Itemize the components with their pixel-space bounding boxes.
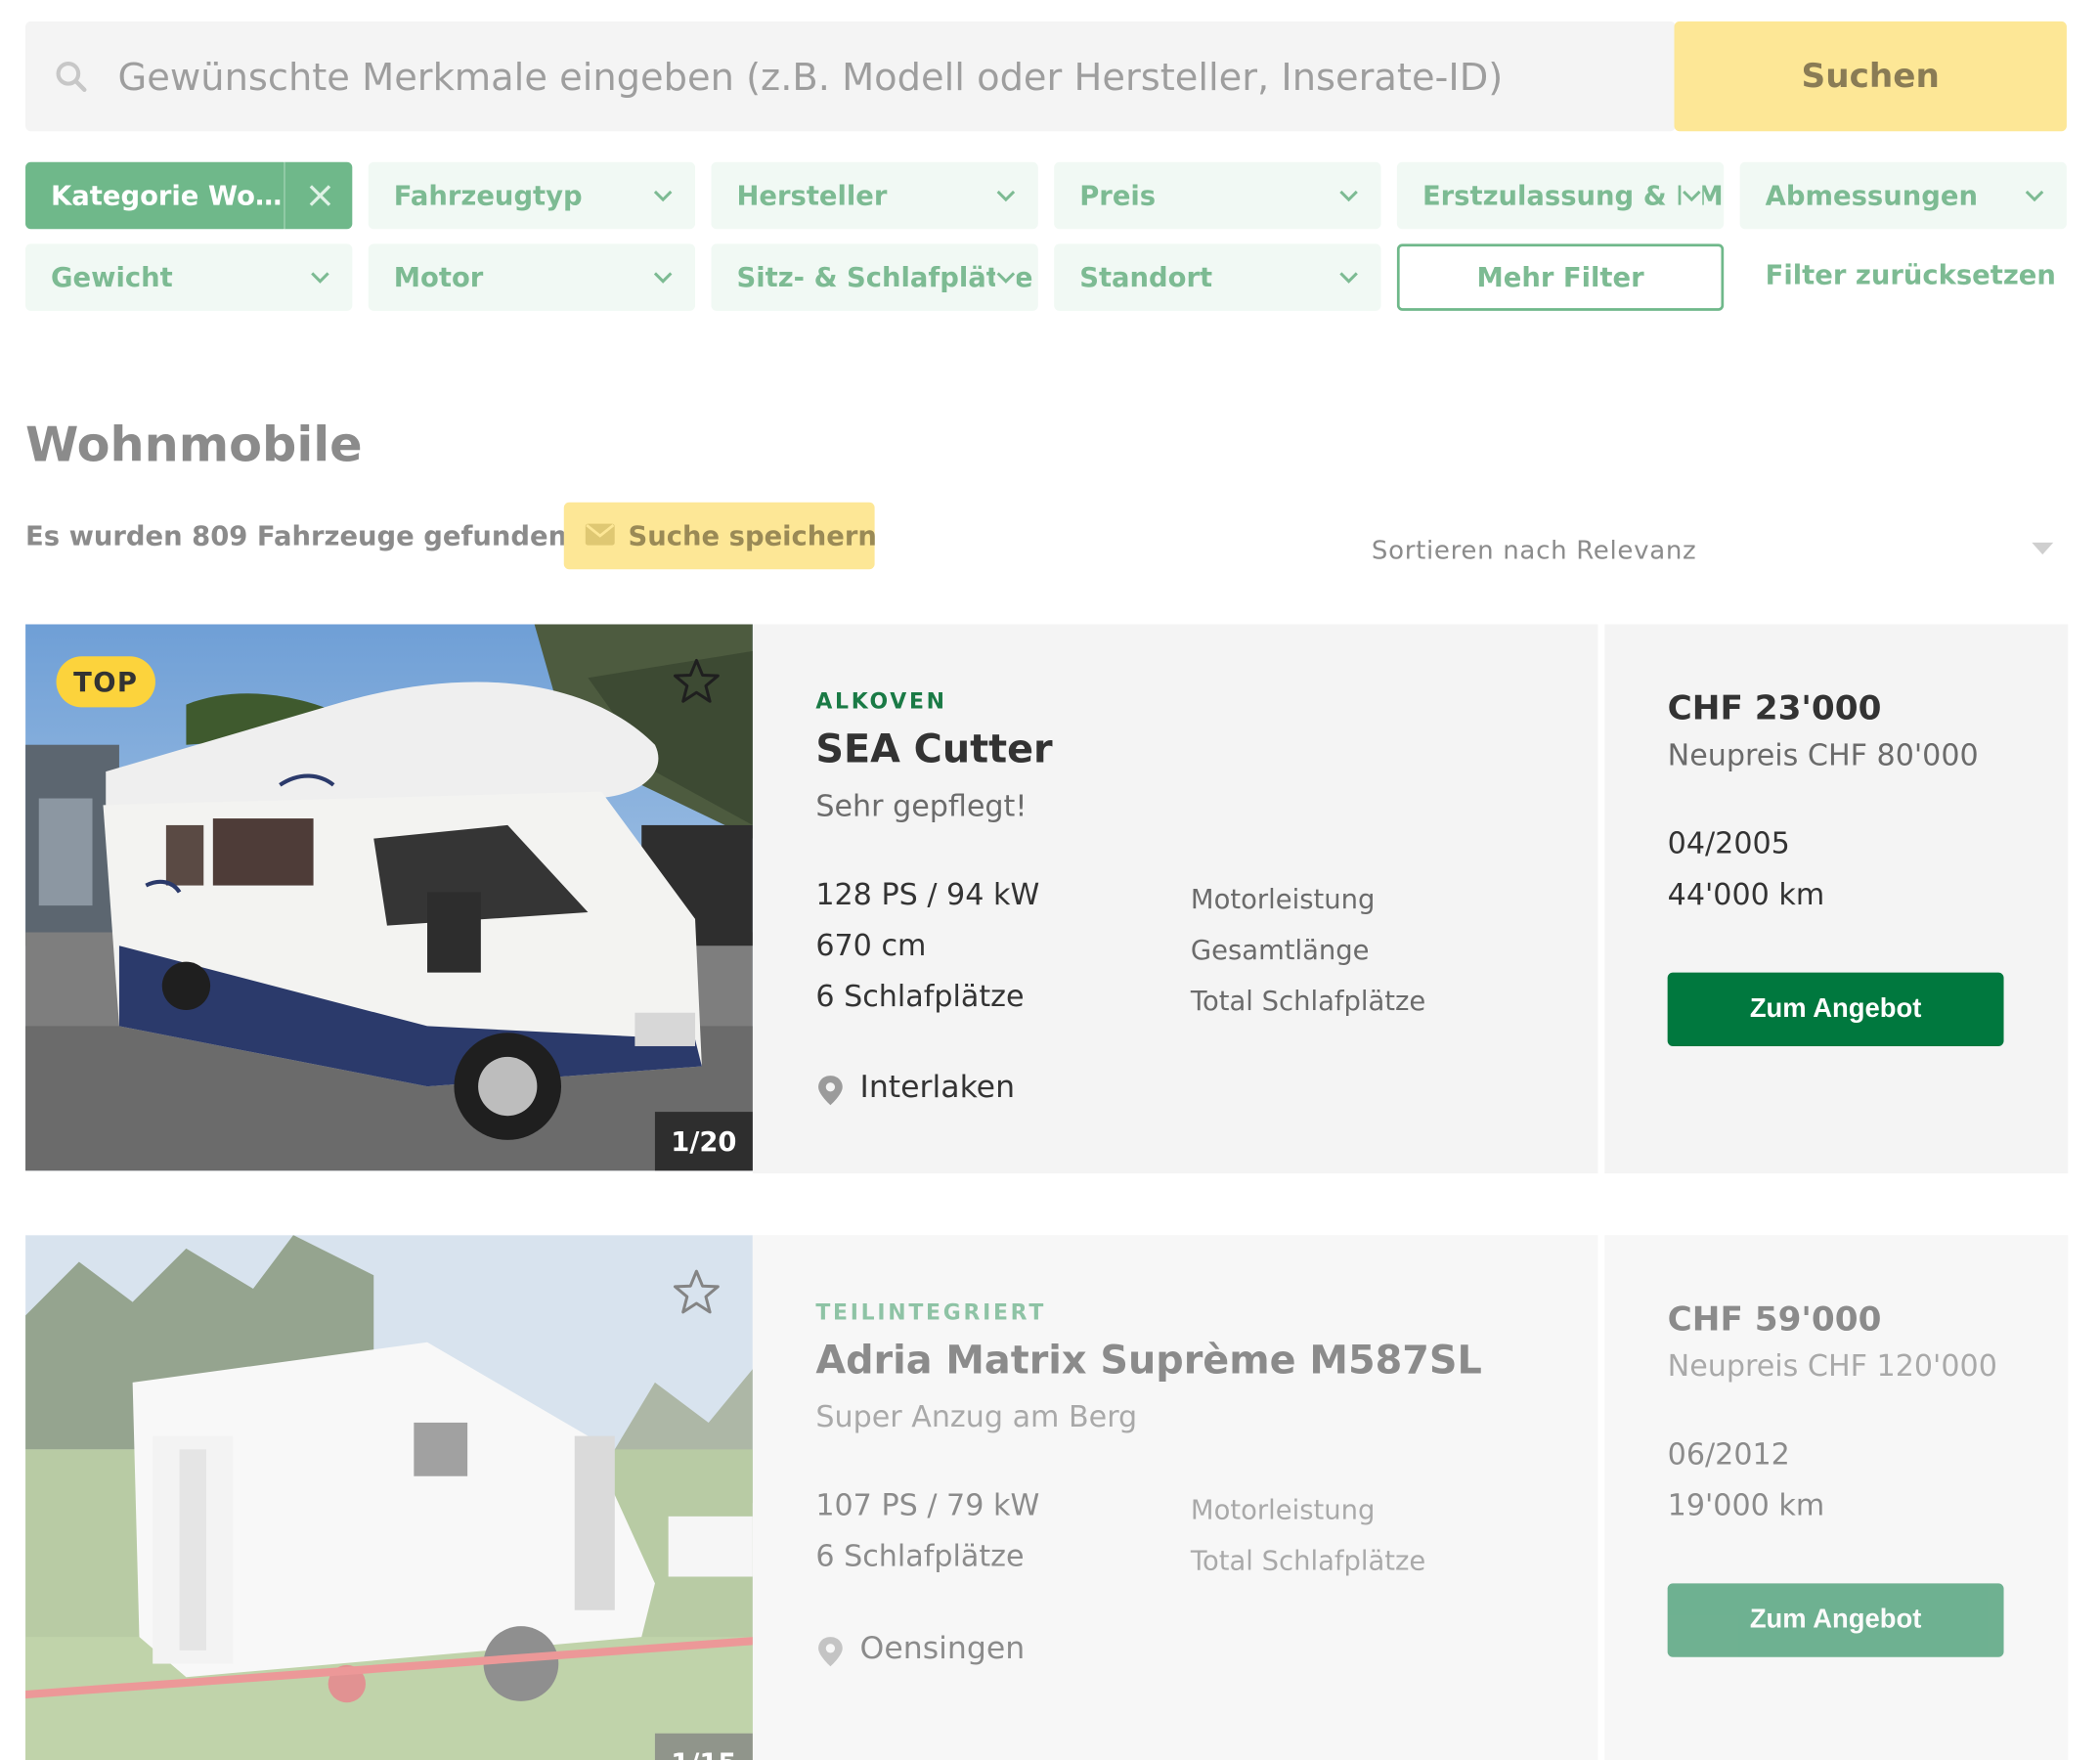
save-search-label: Suche speichern [628, 519, 877, 552]
close-icon [309, 185, 331, 206]
location-pin-icon [818, 1076, 843, 1106]
chevron-down-icon [311, 272, 329, 284]
listing-card[interactable]: TOP 1/20 ALKOVEN SEA Cutter Sehr gepfleg… [25, 624, 2069, 1174]
page-title: Wohnmobile [25, 418, 363, 473]
listing-card[interactable]: 1/15 TEILINTEGRIERT Adria Matrix Suprème… [25, 1235, 2069, 1760]
filter-abmessungen[interactable]: Abmessungen [1739, 161, 2067, 230]
save-search-button[interactable]: Suche speichern [563, 502, 877, 570]
chevron-down-icon [2025, 190, 2044, 202]
listing-info: ALKOVEN SEA Cutter Sehr gepflegt! 128 PS… [752, 624, 1598, 1174]
filter-abmessungen-label: Abmessungen [1765, 179, 1978, 212]
mileage: 19'000 km [1667, 1489, 1825, 1523]
top-badge: TOP [56, 656, 155, 708]
filter-preis[interactable]: Preis [1054, 161, 1381, 230]
mail-icon [585, 523, 615, 546]
camper-photo [25, 1235, 753, 1760]
spec-label: Total Schlafplätze [1190, 1544, 1426, 1577]
search-button[interactable]: Suchen [1674, 21, 2067, 132]
chevron-down-icon [994, 266, 1017, 288]
filter-gewicht-label: Gewicht [51, 261, 173, 294]
spec-label: Gesamtlänge [1190, 933, 1370, 966]
view-offer-button[interactable]: Zum Angebot [1667, 972, 2004, 1046]
listing-title[interactable]: SEA Cutter [815, 726, 1052, 772]
photo-counter: 1/20 [654, 1112, 753, 1171]
listing-price: CHF 59'000 [1667, 1298, 1882, 1339]
listing-location: Oensingen [815, 1632, 1025, 1667]
new-price: Neupreis CHF 120'000 [1667, 1349, 1997, 1385]
listing-category: TEILINTEGRIERT [815, 1298, 1047, 1325]
registration-date: 04/2005 [1667, 827, 1790, 861]
price-box: CHF 59'000 Neupreis CHF 120'000 06/2012 … [1604, 1235, 2069, 1760]
filter-chip-kategorie-label: Kategorie Wo… [51, 179, 283, 212]
remove-filter-button[interactable] [284, 161, 353, 230]
filter-sitz-schlafplaetze-label: Sitz- & Schlafplätze [736, 261, 1033, 294]
page: Suchen Kategorie Wo… Fahrzeugtyp Herstel… [0, 0, 2100, 1760]
filter-sitz-schlafplaetze[interactable]: Sitz- & Schlafplätze [711, 243, 1038, 311]
filter-gewicht[interactable]: Gewicht [25, 243, 353, 311]
listing-location: Interlaken [815, 1071, 1015, 1106]
new-price: Neupreis CHF 80'000 [1667, 739, 1979, 773]
location-pin-icon [818, 1637, 843, 1667]
chevron-down-icon [653, 272, 673, 284]
listing-title[interactable]: Adria Matrix Suprème M587SL [815, 1337, 1482, 1383]
chevron-down-icon [653, 190, 673, 202]
listing-photo[interactable]: 1/15 [25, 1235, 753, 1760]
spec-label: Motorleistung [1190, 882, 1376, 915]
spec-value: 107 PS / 79 kW [815, 1489, 1040, 1523]
filter-standort-label: Standort [1079, 261, 1213, 294]
filter-fahrzeugtyp-label: Fahrzeugtyp [393, 179, 583, 212]
spec-value: 670 cm [815, 929, 927, 964]
price-box: CHF 23'000 Neupreis CHF 80'000 04/2005 4… [1604, 624, 2069, 1174]
location-label: Interlaken [859, 1070, 1016, 1106]
chevron-down-icon [1681, 185, 1703, 206]
spec-value: 6 Schlafplätze [815, 1540, 1025, 1574]
star-icon[interactable] [669, 654, 725, 711]
result-count: Es wurden 809 Fahrzeuge gefunden. [25, 519, 578, 552]
listing-photo[interactable]: TOP 1/20 [25, 624, 753, 1171]
spec-label: Motorleistung [1190, 1493, 1376, 1526]
spec-value: 6 Schlafplätze [815, 980, 1025, 1015]
filter-hersteller-label: Hersteller [736, 179, 888, 212]
listing-category: ALKOVEN [815, 688, 947, 715]
mileage: 44'000 km [1667, 878, 1825, 912]
listing-subtitle: Super Anzug am Berg [815, 1401, 1138, 1435]
search-icon [56, 62, 87, 92]
filter-erstzulassung-km[interactable]: Erstzulassung & KM [1396, 161, 1725, 230]
filter-fahrzeugtyp[interactable]: Fahrzeugtyp [368, 161, 696, 230]
filter-erstzulassung-km-label: Erstzulassung & KM [1422, 179, 1724, 212]
listing-subtitle: Sehr gepflegt! [815, 790, 1028, 824]
spec-value: 128 PS / 94 kW [815, 878, 1040, 912]
filter-hersteller[interactable]: Hersteller [711, 161, 1038, 230]
chevron-down-icon [996, 190, 1016, 202]
registration-date: 06/2012 [1667, 1438, 1790, 1473]
more-filters-button[interactable]: Mehr Filter [1396, 243, 1725, 311]
chevron-down-icon [1339, 272, 1358, 284]
sort-caret-icon[interactable] [2032, 542, 2054, 555]
view-offer-button[interactable]: Zum Angebot [1667, 1583, 2004, 1657]
spec-label: Total Schlafplätze [1190, 984, 1426, 1017]
listing-info: TEILINTEGRIERT Adria Matrix Suprème M587… [752, 1235, 1598, 1760]
photo-counter: 1/15 [654, 1733, 753, 1760]
reset-filters-link[interactable]: Filter zurücksetzen [1766, 258, 2056, 290]
star-icon[interactable] [669, 1264, 725, 1321]
filter-motor[interactable]: Motor [368, 243, 696, 311]
filter-chip-kategorie[interactable]: Kategorie Wo… [25, 161, 284, 230]
filter-motor-label: Motor [393, 261, 484, 294]
listing-price: CHF 23'000 [1667, 688, 1882, 727]
search-input[interactable] [117, 48, 1659, 105]
chevron-down-icon [1339, 190, 1358, 202]
filter-standort[interactable]: Standort [1054, 243, 1381, 311]
filter-preis-label: Preis [1079, 179, 1157, 212]
sort-select[interactable]: Sortieren nach Relevanz [1372, 536, 1697, 565]
location-label: Oensingen [859, 1631, 1026, 1667]
